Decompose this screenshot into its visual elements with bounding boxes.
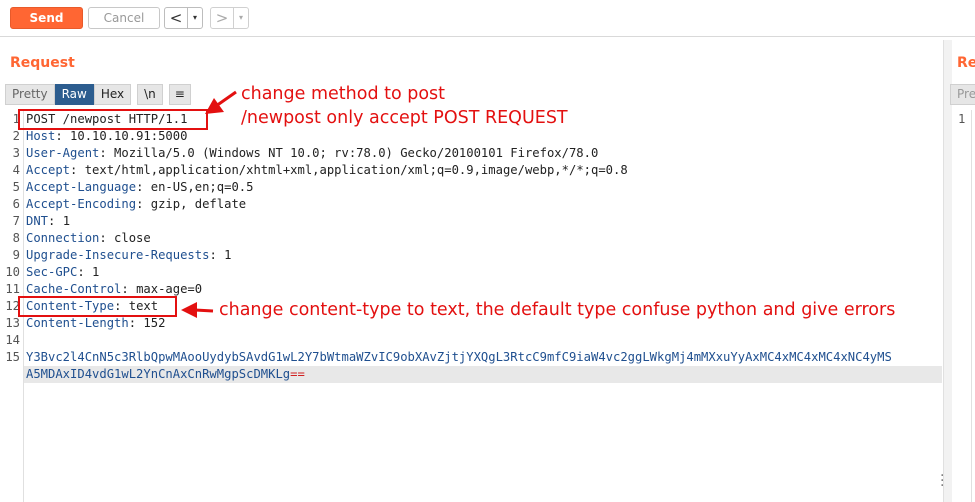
arrow-icon (181, 302, 214, 318)
annotation-content-type: change content-type to text, the default… (219, 300, 896, 320)
annotation-method-line2: /newpost only accept POST REQUEST (241, 108, 568, 128)
annotation-arrows (181, 90, 237, 318)
more-options-icon[interactable]: · · · (940, 469, 944, 493)
arrow-icon (205, 90, 237, 114)
annotation-method-line1: change method to post (241, 84, 446, 104)
